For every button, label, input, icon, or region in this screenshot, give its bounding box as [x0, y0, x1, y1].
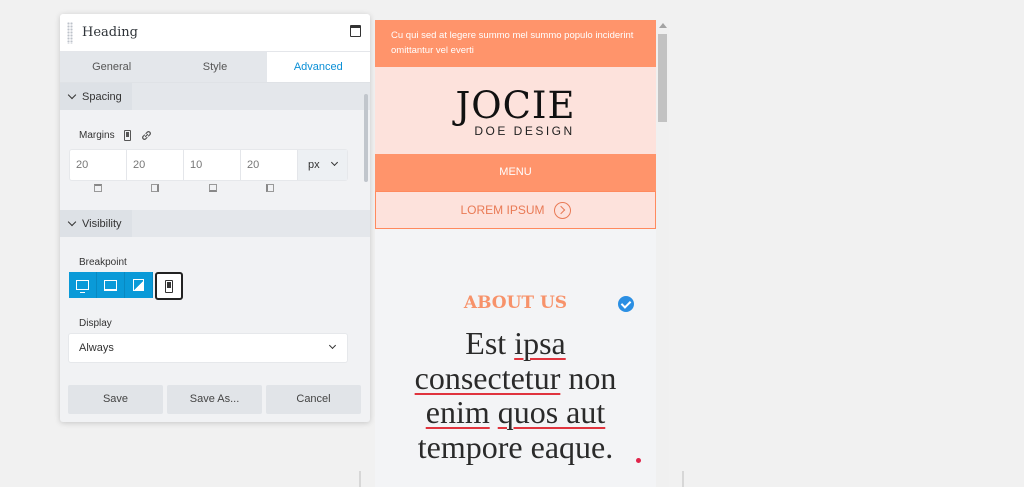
- topbar-text: Cu qui sed at legere summo mel summo pop…: [391, 30, 634, 56]
- margin-unit-select[interactable]: px: [298, 150, 347, 180]
- headline-word: Est: [465, 325, 515, 361]
- headline-text[interactable]: Est ipsa consectetur non enim quos aut t…: [375, 326, 656, 464]
- maximize-icon[interactable]: [350, 25, 361, 37]
- chevron-down-icon: [328, 341, 337, 350]
- site-branding: JOCIE DOE DESIGN: [375, 67, 656, 154]
- scroll-up-arrow-icon[interactable]: [659, 23, 667, 28]
- tab-advanced[interactable]: Advanced: [266, 52, 370, 82]
- check-badge-icon: [618, 296, 634, 312]
- chevron-down-icon: [67, 217, 77, 227]
- tablet-icon: [133, 279, 144, 291]
- margins-inputs: 20 20 10 20 px: [70, 150, 347, 180]
- arrow-circle-icon: [553, 201, 571, 219]
- spellcheck-word: consectetur: [414, 359, 561, 396]
- panel-header[interactable]: Heading: [60, 14, 370, 52]
- tab-style[interactable]: Style: [163, 52, 266, 82]
- side-bottom-icon: [209, 184, 217, 192]
- cancel-button[interactable]: Cancel: [266, 385, 361, 414]
- margin-unit-value: px: [308, 159, 320, 171]
- chevron-down-icon: [330, 158, 339, 167]
- breakpoint-label: Breakpoint: [79, 257, 127, 268]
- headline-word: non: [560, 359, 617, 396]
- spellcheck-word: ipsa: [514, 325, 566, 361]
- breakpoint-laptop-button[interactable]: [97, 272, 125, 298]
- spacing-section-toggle[interactable]: Spacing: [60, 83, 132, 110]
- margin-side-icons: [94, 184, 304, 196]
- side-top-icon: [94, 184, 102, 192]
- save-as-button[interactable]: Save As...: [167, 385, 262, 414]
- tab-general[interactable]: General: [60, 52, 163, 82]
- headline-line: tempore eaque.: [375, 428, 656, 465]
- laptop-icon: [104, 279, 117, 291]
- breakpoint-selector: [69, 272, 183, 300]
- visibility-section-label: Visibility: [82, 217, 122, 230]
- visibility-section-header[interactable]: Visibility: [60, 210, 370, 237]
- preview-scrollbar-thumb[interactable]: [658, 34, 667, 122]
- resize-guide-left: [359, 471, 361, 487]
- spacing-section-label: Spacing: [82, 90, 122, 103]
- save-button[interactable]: Save: [68, 385, 163, 414]
- visibility-section-toggle[interactable]: Visibility: [60, 210, 132, 237]
- heading-settings-panel: Heading General Style Advanced Spacing M…: [60, 14, 370, 422]
- menu-toggle[interactable]: MENU: [375, 154, 656, 191]
- margins-label: Margins: [79, 130, 115, 141]
- link-icon[interactable]: [141, 130, 152, 141]
- spellcheck-word: enim: [425, 394, 490, 430]
- chevron-down-icon: [67, 90, 77, 100]
- drag-handle-icon[interactable]: [67, 22, 73, 44]
- responsive-phone-icon[interactable]: [124, 130, 131, 141]
- display-select[interactable]: Always: [69, 334, 347, 362]
- panel-title: Heading: [82, 25, 138, 40]
- about-heading[interactable]: ABOUT US: [375, 293, 656, 313]
- preview-topbar: Cu qui sed at legere summo mel summo pop…: [375, 20, 656, 67]
- margin-bottom-input[interactable]: 10: [184, 150, 241, 180]
- headline-line: enim quos aut: [375, 395, 656, 430]
- notification-dot: [636, 458, 641, 463]
- breakpoint-phone-button[interactable]: [155, 272, 183, 300]
- margins-controls: [124, 130, 152, 141]
- breakpoint-desktop-button[interactable]: [69, 272, 97, 298]
- headline-word: [490, 394, 498, 430]
- site-logo-title[interactable]: JOCIE: [375, 67, 656, 124]
- headline-word: tempore eaque.: [417, 428, 614, 465]
- settings-tabs: General Style Advanced: [60, 52, 370, 83]
- margin-right-input[interactable]: 20: [127, 150, 184, 180]
- spacing-section-header[interactable]: Spacing: [60, 83, 370, 110]
- margin-left-input[interactable]: 20: [241, 150, 298, 180]
- cta-label: LOREM IPSUM: [460, 203, 545, 217]
- page-preview: Cu qui sed at legere summo mel summo pop…: [375, 20, 656, 487]
- display-label: Display: [79, 318, 112, 329]
- cta-button[interactable]: LOREM IPSUM: [375, 191, 656, 229]
- menu-label: MENU: [499, 166, 532, 178]
- spellcheck-word: quos aut: [497, 394, 606, 430]
- breakpoint-tablet-button[interactable]: [125, 272, 153, 298]
- resize-guide-right: [682, 471, 684, 487]
- headline-line: consectetur non: [375, 359, 656, 396]
- desktop-icon: [76, 280, 89, 293]
- margin-top-input[interactable]: 20: [70, 150, 127, 180]
- side-right-icon: [151, 184, 159, 192]
- panel-scrollbar[interactable]: [364, 94, 368, 182]
- display-select-value: Always: [79, 342, 114, 354]
- phone-icon: [165, 279, 173, 293]
- panel-body: Spacing Margins 20 20 10 20 px Visibilit…: [60, 83, 370, 369]
- headline-line: Est ipsa: [375, 326, 656, 361]
- site-logo-subtitle: DOE DESIGN: [474, 124, 575, 138]
- panel-actions: Save Save As... Cancel: [68, 385, 361, 414]
- side-left-icon: [266, 184, 274, 192]
